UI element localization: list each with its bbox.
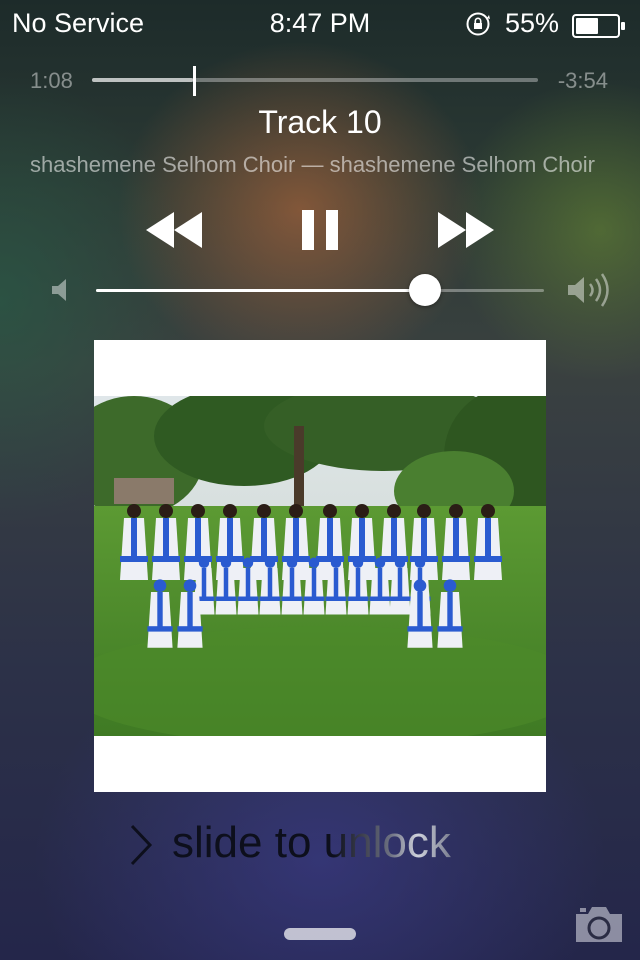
- control-center-grabber[interactable]: [284, 928, 356, 940]
- orientation-lock-icon: [465, 11, 491, 37]
- pause-button[interactable]: [288, 204, 352, 256]
- chevron-right-icon: [128, 822, 154, 868]
- volume-slider-knob[interactable]: [409, 274, 442, 306]
- album-artwork: [94, 340, 546, 792]
- choir-group-photo: [94, 396, 546, 736]
- fast-forward-icon: [438, 212, 494, 248]
- track-artist-album: shashemene Selhom Choir — shashemene Sel…: [30, 152, 595, 177]
- volume-slider-fill: [96, 289, 426, 292]
- elapsed-time: 1:08: [30, 68, 73, 93]
- battery-icon: [572, 14, 626, 38]
- slide-to-unlock-label[interactable]: slide to unlock: [172, 818, 451, 868]
- volume-min-icon: [48, 276, 76, 304]
- fast-forward-button[interactable]: [434, 204, 498, 256]
- scrubber-track[interactable]: [92, 78, 538, 82]
- track-title: Track 10: [258, 104, 382, 140]
- battery-percent: 55%: [505, 8, 560, 38]
- rewind-button[interactable]: [142, 204, 206, 256]
- volume-max-icon: [566, 272, 614, 308]
- remaining-time: -3:54: [557, 68, 608, 93]
- pause-icon: [302, 210, 338, 250]
- volume-slider-track[interactable]: [96, 289, 544, 292]
- scrubber-fill: [92, 78, 194, 82]
- rewind-icon: [146, 212, 202, 248]
- scrubber-handle[interactable]: [193, 66, 197, 96]
- camera-icon[interactable]: [572, 902, 626, 946]
